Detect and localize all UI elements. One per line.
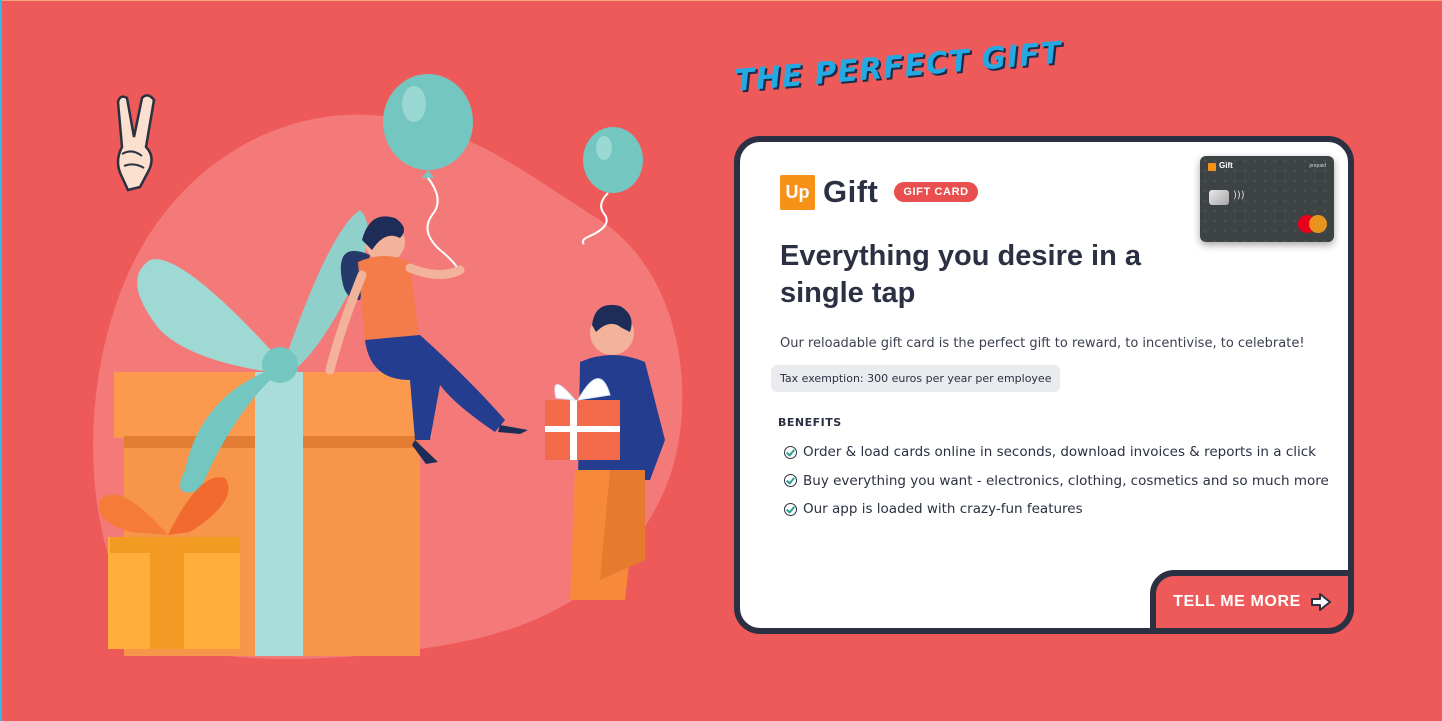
benefit-text: Order & load cards online in seconds, do…	[803, 444, 1316, 461]
benefit-item: Order & load cards online in seconds, do…	[784, 438, 1329, 467]
gift-card-badge: GIFT CARD	[894, 182, 978, 202]
payment-card-type: prepaid	[1309, 163, 1326, 169]
brand-name: Gift	[823, 174, 879, 209]
benefits-list: Order & load cards online in seconds, do…	[784, 438, 1329, 524]
contactless-icon: )))	[1233, 190, 1245, 201]
benefit-item: Our app is loaded with crazy-fun feature…	[784, 495, 1329, 524]
gift-card-panel: Up Gift GIFT CARD Gift prepaid ))) Every…	[734, 136, 1354, 634]
up-logo: Up	[780, 174, 815, 210]
benefits-heading: BENEFITS	[778, 416, 842, 429]
tax-exemption-pill: Tax exemption: 300 euros per year per em…	[771, 365, 1061, 392]
chip-icon	[1209, 190, 1229, 205]
arrow-right-icon	[1310, 593, 1331, 611]
mastercard-icon	[1298, 215, 1328, 233]
card-description: Our reloadable gift card is the perfect …	[780, 336, 1305, 351]
payment-card-brand: Gift	[1219, 161, 1233, 170]
check-circle-icon	[784, 474, 797, 488]
benefit-item: Buy everything you want - electronics, c…	[784, 467, 1329, 496]
check-circle-icon	[784, 445, 797, 459]
payment-card-image: Gift prepaid )))	[1200, 156, 1334, 242]
cta-label: TELL ME MORE	[1173, 593, 1301, 610]
benefit-text: Buy everything you want - electronics, c…	[803, 472, 1329, 489]
payment-card-logo	[1208, 163, 1216, 171]
brand: Up Gift GIFT CARD	[780, 174, 978, 210]
benefit-text: Our app is loaded with crazy-fun feature…	[803, 501, 1083, 518]
check-circle-icon	[784, 502, 797, 516]
tell-me-more-button[interactable]: TELL ME MORE	[1150, 570, 1354, 634]
hero-headline: THE PERFECT GIFT	[732, 35, 1064, 99]
gift-illustration	[93, 74, 683, 659]
peace-hand-icon	[116, 94, 156, 192]
card-title: Everything you desire in a single tap	[780, 240, 1141, 309]
